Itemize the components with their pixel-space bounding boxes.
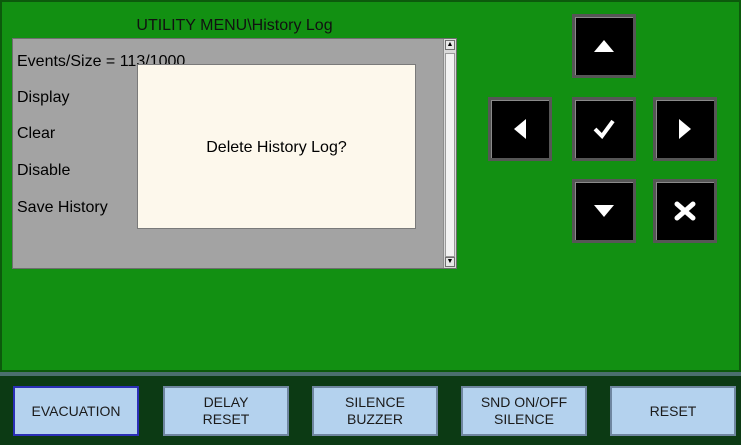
arrow-right-icon	[679, 119, 691, 139]
arrow-up-icon	[594, 40, 614, 52]
main-screen: UTILITY MENU\History Log Events/Size = 1…	[0, 0, 741, 372]
menu-item-display[interactable]: Display	[17, 89, 69, 107]
scroll-up-arrow-icon[interactable]: ▲	[445, 40, 455, 50]
menu-item-save-history[interactable]: Save History	[17, 199, 108, 217]
right-button[interactable]	[653, 97, 717, 161]
silence-buzzer-button[interactable]: SILENCE BUZZER	[312, 386, 438, 436]
down-button[interactable]	[572, 179, 636, 243]
evacuation-button[interactable]: EVACUATION	[13, 386, 139, 436]
menu-item-disable[interactable]: Disable	[17, 162, 70, 180]
reset-label: RESET	[649, 402, 697, 419]
scroll-down-arrow-icon[interactable]: ▼	[445, 257, 455, 267]
evacuation-label: EVACUATION	[31, 402, 121, 419]
check-icon	[593, 119, 615, 139]
confirm-dialog[interactable]: Delete History Log?	[137, 64, 416, 229]
left-button[interactable]	[488, 97, 552, 161]
page-title: UTILITY MENU\History Log	[136, 17, 333, 34]
snd-on-off-silence-label: SND ON/OFF SILENCE	[480, 394, 568, 427]
silence-buzzer-label: SILENCE BUZZER	[345, 394, 405, 427]
cancel-button[interactable]	[653, 179, 717, 243]
delay-reset-button[interactable]: DELAY RESET	[163, 386, 289, 436]
snd-on-off-silence-button[interactable]: SND ON/OFF SILENCE	[461, 386, 587, 436]
x-icon	[674, 201, 696, 221]
up-button[interactable]	[572, 14, 636, 78]
menu-item-clear[interactable]: Clear	[17, 125, 55, 143]
ok-button[interactable]	[572, 97, 636, 161]
scrollbar[interactable]: ▲ ▼	[443, 39, 456, 268]
arrow-left-icon	[514, 119, 526, 139]
scroll-thumb[interactable]	[445, 53, 455, 257]
dialog-message: Delete History Log?	[206, 139, 347, 156]
reset-button[interactable]: RESET	[610, 386, 736, 436]
delay-reset-label: DELAY RESET	[202, 394, 250, 427]
arrow-down-icon	[594, 205, 614, 217]
